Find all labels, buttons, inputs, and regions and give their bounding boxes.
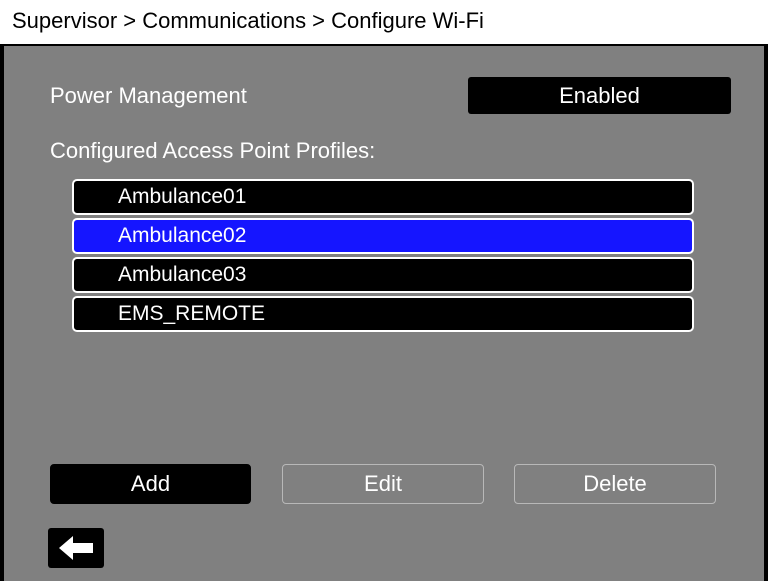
profiles-list-label: Configured Access Point Profiles: xyxy=(50,138,376,163)
profile-item-ambulance02[interactable]: Ambulance02 xyxy=(72,218,694,254)
profile-item-ambulance01[interactable]: Ambulance01 xyxy=(72,179,694,215)
edit-button[interactable]: Edit xyxy=(282,464,484,504)
page-title: Supervisor > Communications > Configure … xyxy=(12,8,484,33)
back-button[interactable] xyxy=(48,528,104,568)
add-button[interactable]: Add xyxy=(50,464,251,504)
wifi-config-screen: Supervisor > Communications > Configure … xyxy=(0,0,768,581)
power-management-toggle[interactable]: Enabled xyxy=(468,77,731,114)
left-frame-border xyxy=(0,46,4,581)
right-frame-border xyxy=(764,46,768,581)
power-management-label: Power Management xyxy=(50,83,247,108)
profile-item-ambulance03[interactable]: Ambulance03 xyxy=(72,257,694,293)
title-bar: Supervisor > Communications > Configure … xyxy=(0,0,768,46)
back-arrow-icon xyxy=(59,536,93,560)
delete-button[interactable]: Delete xyxy=(514,464,716,504)
profile-item-ems-remote[interactable]: EMS_REMOTE xyxy=(72,296,694,332)
